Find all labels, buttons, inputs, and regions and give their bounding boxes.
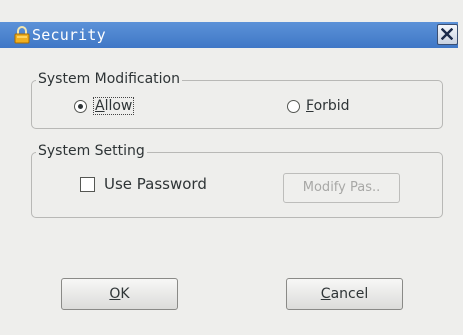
security-dialog: Security System Modification Allow Forbi… [0,0,463,335]
title-bar[interactable]: Security [0,22,458,49]
allow-radio[interactable]: Allow [74,97,135,115]
allow-radio-indicator[interactable] [74,99,87,113]
lock-icon [14,26,30,44]
ok-button[interactable]: OK [61,278,178,310]
use-password-box[interactable] [80,176,95,192]
close-icon [441,28,453,40]
system-setting-title: System Setting [36,142,147,160]
close-button[interactable] [437,24,458,45]
window-title: Security [32,26,106,44]
radio-selected-dot [78,103,83,109]
allow-label: Allow [93,97,135,115]
use-password-checkbox[interactable]: Use Password [80,175,207,193]
cancel-button[interactable]: Cancel [286,278,403,310]
system-modification-title: System Modification [36,70,182,88]
forbid-radio[interactable]: Forbid [287,98,350,114]
forbid-label: Forbid [306,98,350,114]
forbid-radio-indicator[interactable] [287,99,300,113]
modify-password-button[interactable]: Modify Pas.. [283,173,400,203]
use-password-label: Use Password [104,175,207,193]
